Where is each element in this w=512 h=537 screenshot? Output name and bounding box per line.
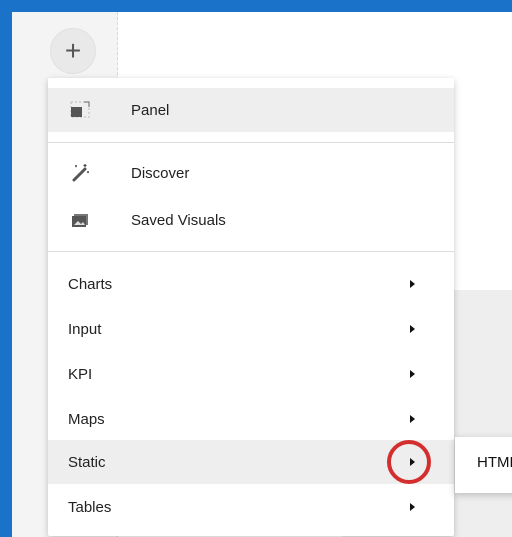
- menu-item-label: Panel: [131, 101, 170, 119]
- submenu-arrow-icon: [410, 370, 415, 378]
- add-button[interactable]: +: [50, 28, 96, 74]
- submenu-item-html[interactable]: HTML: [477, 454, 512, 471]
- menu-item-input[interactable]: Input: [48, 307, 454, 351]
- menu-item-saved-visuals[interactable]: Saved Visuals: [48, 198, 454, 242]
- menu-item-panel[interactable]: Panel: [48, 88, 454, 132]
- menu-item-tables[interactable]: Tables: [48, 485, 454, 529]
- menu-item-label: Tables: [68, 498, 112, 516]
- menu-divider: [48, 142, 454, 143]
- panel-icon: [66, 96, 94, 124]
- menu-item-discover[interactable]: Discover: [48, 151, 454, 195]
- menu-item-label: KPI: [68, 365, 93, 383]
- magic-wand-icon: [66, 159, 94, 187]
- menu-item-label: Maps: [68, 410, 105, 428]
- menu-item-kpi[interactable]: KPI: [48, 352, 454, 396]
- saved-visuals-icon: [66, 206, 94, 234]
- add-menu: Panel Discover Saved Visuals Charts Inpu…: [48, 78, 454, 536]
- menu-item-label: Charts: [68, 275, 113, 293]
- submenu-arrow-icon: [410, 280, 415, 288]
- submenu-arrow-icon: [410, 325, 415, 333]
- submenu-arrow-icon: [410, 458, 415, 466]
- menu-item-label: Static: [68, 453, 106, 471]
- menu-item-label: Input: [68, 320, 102, 338]
- static-submenu: HTML: [455, 437, 512, 493]
- menu-item-maps[interactable]: Maps: [48, 397, 454, 441]
- submenu-arrow-icon: [410, 503, 415, 511]
- menu-divider: [48, 251, 454, 252]
- menu-item-static[interactable]: Static: [48, 440, 454, 484]
- menu-item-label: Discover: [131, 164, 190, 182]
- submenu-arrow-icon: [410, 415, 415, 423]
- menu-item-label: Saved Visuals: [131, 211, 226, 229]
- menu-item-charts[interactable]: Charts: [48, 262, 454, 306]
- app-window: + Panel Discover Saved Visuals Charts In…: [12, 12, 512, 537]
